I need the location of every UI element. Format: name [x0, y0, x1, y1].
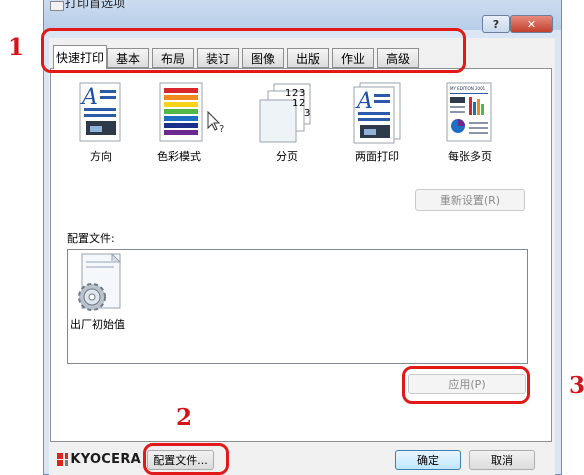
collate-icon: 1 2 3 1 2 3 [259, 83, 311, 143]
feature-color-mode-label: 色彩模式 [157, 150, 201, 163]
annotation-number-1: 1 [8, 34, 25, 61]
feature-orientation-label: 方向 [90, 150, 112, 163]
annotation-box-2 [143, 443, 229, 475]
profiles-label: 配置文件: [67, 232, 115, 245]
multiple-pages-icon: MY EDITION 2001 [446, 82, 492, 142]
annotation-number-2: 2 [176, 404, 193, 431]
orientation-icon: A [79, 82, 121, 142]
feature-collate-label: 分页 [276, 150, 298, 163]
feature-collate[interactable]: 1 2 3 1 2 3 [256, 82, 318, 146]
brand-name: KYOCERA [70, 451, 141, 467]
newsletter-header: MY EDITION 2001 [450, 86, 486, 91]
help-button[interactable]: ? [482, 15, 510, 33]
collate-number-3b: 3 [304, 108, 310, 119]
feature-orientation[interactable]: A [78, 82, 124, 144]
reset-button[interactable]: 重新设置(R) [415, 189, 525, 211]
ok-button[interactable]: 确定 [395, 450, 461, 470]
feature-duplex-label: 两面打印 [355, 150, 399, 163]
kyocera-logo: KYOCERA [57, 450, 141, 468]
color-mode-icon: ? [159, 82, 224, 142]
printer-icon [50, 1, 64, 11]
feature-duplex[interactable]: A [352, 82, 404, 144]
profile-item-factory-default[interactable] [72, 252, 128, 313]
svg-text:A: A [80, 85, 98, 110]
window-title: 打印首选项 [65, 0, 126, 10]
svg-text:A: A [355, 89, 373, 114]
feature-color-mode[interactable]: ? [158, 82, 230, 144]
feature-multiple-pages[interactable]: MY EDITION 2001 [445, 82, 495, 144]
collate-number-1: 1 [285, 88, 291, 99]
kyocera-logo-icon [57, 453, 69, 466]
duplex-icon: A [353, 82, 401, 144]
tab-quick-print[interactable]: 快速打印 [53, 45, 107, 69]
feature-multiple-pages-label: 每张多页 [448, 150, 492, 163]
close-button[interactable]: ✕ [510, 15, 553, 33]
cancel-button[interactable]: 取消 [469, 450, 535, 470]
annotation-number-3: 3 [569, 372, 584, 399]
profile-item-label: 出厂初始值 [70, 318, 125, 331]
annotation-box-3 [402, 366, 530, 404]
svg-text:?: ? [219, 124, 224, 135]
profiles-list [67, 249, 528, 364]
gear-document-icon [78, 252, 122, 311]
collate-number-1b: 1 [292, 98, 298, 109]
